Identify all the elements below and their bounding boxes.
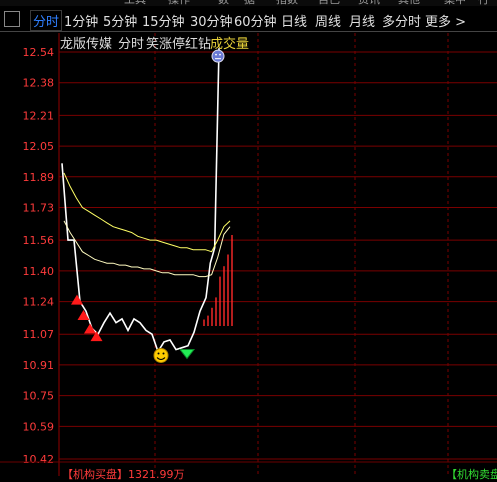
intraday-chart[interactable]: 12.54 12.38 12.21 12.05 11.89 11.73 11.56 11.40… (0, 0, 497, 478)
y-tick-label: 10.91 (23, 359, 55, 372)
sell-signal-triangle (178, 348, 196, 360)
y-tick-label: 11.07 (23, 328, 55, 341)
y-tick-label: 12.38 (23, 77, 55, 90)
y-tick-label: 12.05 (23, 140, 55, 153)
y-tick-label: 12.21 (23, 109, 55, 122)
y-tick-label: 11.56 (23, 234, 55, 247)
buy-signal-triangle (84, 323, 96, 334)
price-line (61, 48, 220, 354)
indicator-name: 笑涨停红钻 (146, 37, 212, 52)
institution-sell-label: 【机构卖盘】 (446, 468, 497, 481)
y-tick-label: 10.42 (23, 453, 55, 466)
volume-legend: 成交量 (210, 37, 250, 52)
y-tick-label: 10.75 (23, 390, 55, 403)
marker-eye (219, 53, 221, 56)
chart-mode-label: 分时 (118, 37, 145, 52)
y-tick-label: 11.24 (23, 296, 55, 309)
ma-pale-line (63, 220, 231, 278)
y-tick-label: 11.40 (23, 265, 55, 278)
smiley-eye (157, 352, 160, 355)
y-tick-label: 10.59 (23, 420, 55, 433)
stock-name: 龙版传媒 (60, 37, 113, 52)
institution-buy-label: 【机构买盘】1321.99万 (62, 468, 185, 481)
smiley-icon (153, 347, 169, 363)
y-tick-label: 11.73 (23, 202, 55, 215)
smiley-eye (162, 352, 165, 355)
y-tick-label: 12.54 (23, 46, 55, 59)
marker-eye (215, 53, 217, 56)
y-tick-label: 11.89 (23, 171, 55, 184)
buy-signal-triangle (71, 294, 83, 305)
